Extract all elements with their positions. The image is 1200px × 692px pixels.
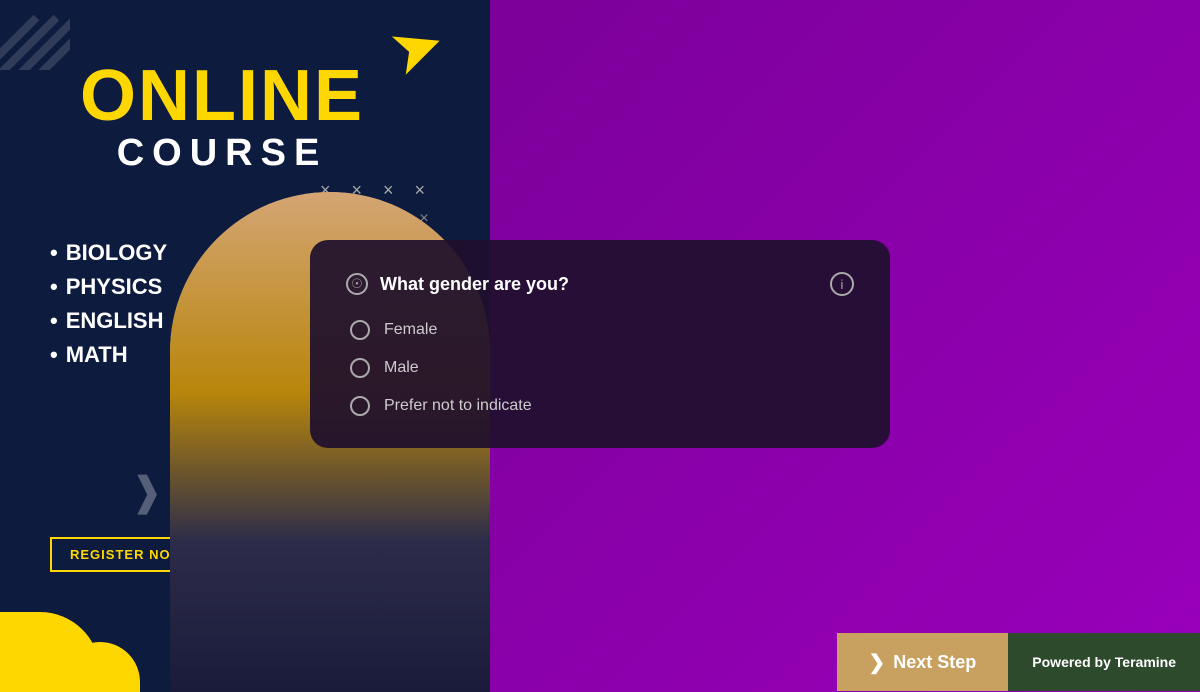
info-icon[interactable]: i bbox=[830, 272, 854, 296]
yellow-arrow-decoration: ➤ bbox=[379, 3, 455, 92]
option-prefer-not[interactable]: Prefer not to indicate bbox=[350, 396, 854, 416]
online-label: ONLINE bbox=[80, 60, 364, 132]
powered-by-brand: Teramine bbox=[1115, 654, 1176, 670]
radio-prefer-circle bbox=[350, 396, 370, 416]
next-step-button[interactable]: ❯ Next Step bbox=[837, 633, 1009, 691]
option-male[interactable]: Male bbox=[350, 358, 854, 378]
option-female[interactable]: Female bbox=[350, 320, 854, 340]
radio-female-circle bbox=[350, 320, 370, 340]
radio-male-circle bbox=[350, 358, 370, 378]
bottom-bar: ❯ Next Step Powered by Teramine bbox=[0, 632, 1200, 692]
subject-math: MATH bbox=[50, 342, 167, 368]
course-label: COURSE bbox=[80, 132, 364, 175]
powered-by-prefix: Powered by bbox=[1032, 654, 1111, 670]
question-header: ☉ What gender are you? i bbox=[346, 272, 854, 296]
stripes-decoration bbox=[0, 0, 70, 70]
option-prefer-label: Prefer not to indicate bbox=[384, 397, 532, 415]
subjects-list: BIOLOGY PHYSICS ENGLISH MATH bbox=[50, 240, 167, 376]
question-text: What gender are you? bbox=[380, 274, 569, 295]
subject-english: ENGLISH bbox=[50, 308, 167, 334]
question-title-row: ☉ What gender are you? bbox=[346, 273, 569, 295]
radio-options: Female Male Prefer not to indicate bbox=[346, 320, 854, 416]
subject-physics: PHYSICS bbox=[50, 274, 167, 300]
question-radio-icon: ☉ bbox=[346, 273, 368, 295]
subject-biology: BIOLOGY bbox=[50, 240, 167, 266]
next-step-label: Next Step bbox=[893, 652, 976, 673]
powered-by: Powered by Teramine bbox=[1008, 633, 1200, 691]
question-card: ☉ What gender are you? i Female Male Pre… bbox=[310, 240, 890, 448]
course-title-block: ONLINE COURSE bbox=[80, 60, 364, 175]
option-female-label: Female bbox=[384, 321, 437, 339]
next-step-arrow: ❯ bbox=[869, 650, 886, 675]
option-male-label: Male bbox=[384, 359, 419, 377]
